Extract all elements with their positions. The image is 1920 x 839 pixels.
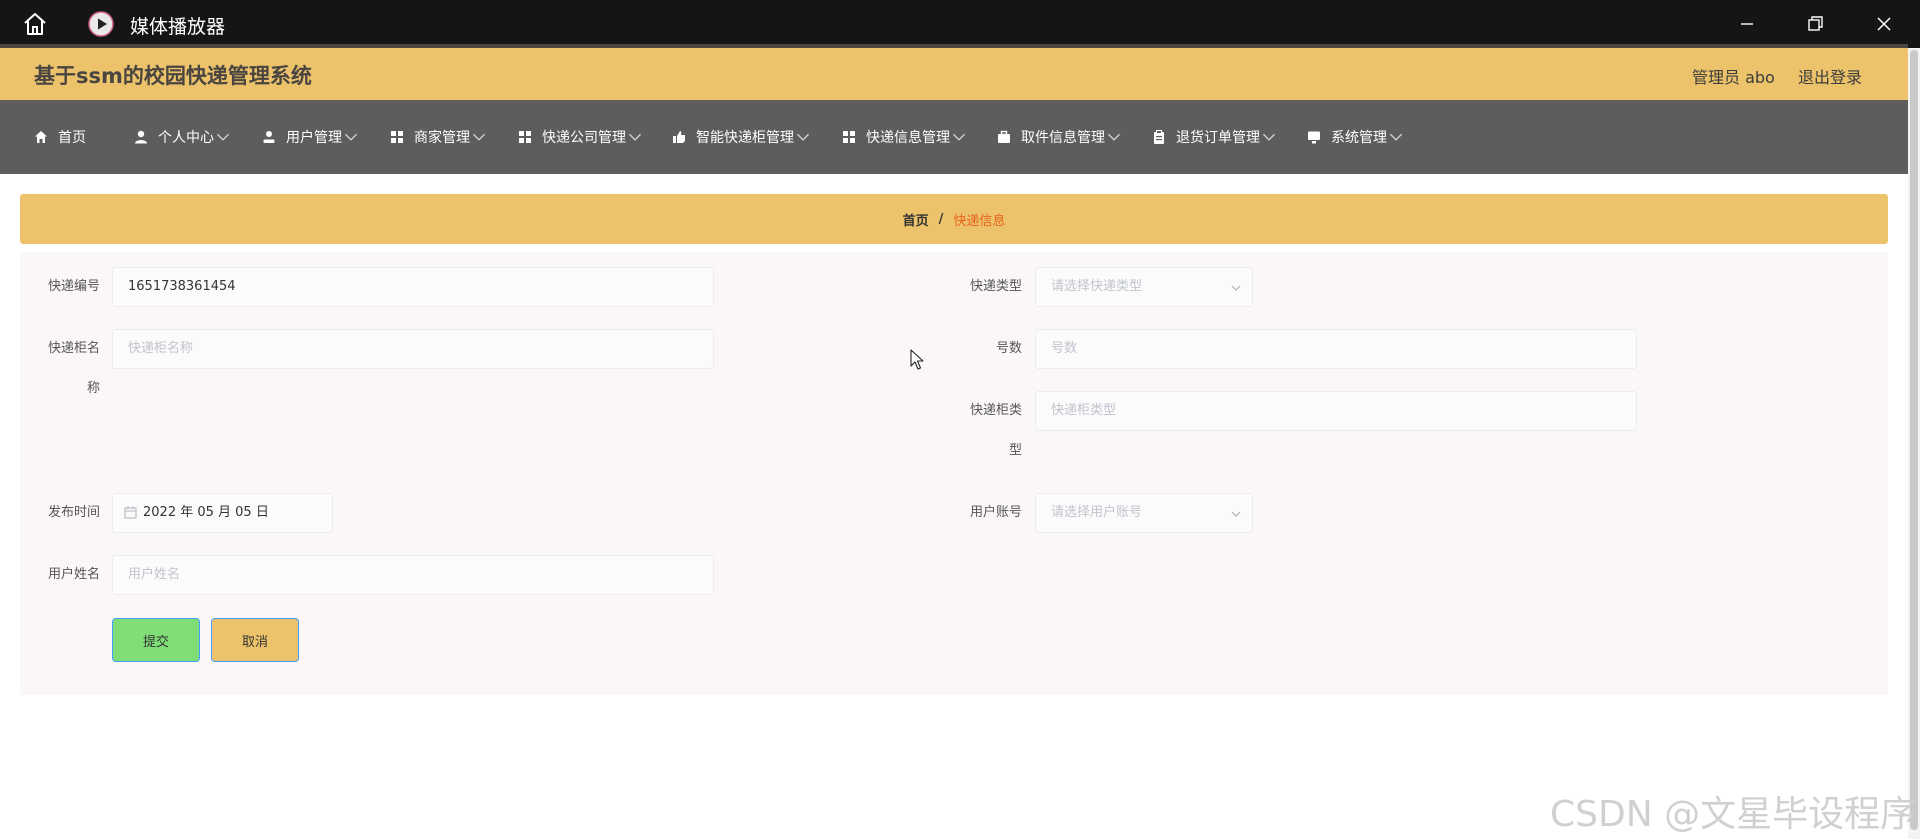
nav-item-system-management[interactable]: 系统管理 <box>1307 100 1413 174</box>
express-type-label: 快递类型 <box>969 279 1022 294</box>
user-account-label: 用户账号 <box>969 505 1022 520</box>
chevron-down-icon <box>344 133 358 141</box>
breadcrumb-home[interactable]: 首页 <box>903 210 929 229</box>
cabinet-name-input[interactable]: 快递柜名称 <box>112 329 714 369</box>
thumb-icon <box>673 131 685 143</box>
mouse-cursor-icon <box>910 349 924 370</box>
chevron-down-icon <box>1107 133 1121 141</box>
clipboard-icon <box>1154 130 1164 144</box>
express-type-select[interactable]: 请选择快递类型 <box>1035 267 1253 307</box>
cabinet-name-label: 快递柜名称 <box>47 341 100 396</box>
nav-item-label: 智能快递柜管理 <box>696 130 794 146</box>
chevron-down-icon <box>1389 133 1403 141</box>
nav-item-label: 取件信息管理 <box>1021 130 1105 146</box>
breadcrumb-current: 快递信息 <box>953 213 1006 229</box>
nav-item-smart-locker-management[interactable]: 智能快递柜管理 <box>672 100 820 174</box>
nav-item-label: 个人中心 <box>158 130 214 146</box>
user-account-placeholder: 请选择用户账号 <box>1051 505 1143 520</box>
window-title: 媒体播放器 <box>130 16 226 38</box>
express-info-form <box>20 252 1888 695</box>
number-input[interactable]: 号数 <box>1035 329 1637 369</box>
grid-icon <box>519 131 531 143</box>
window-titlebar: 媒体播放器 <box>0 0 1920 48</box>
logout-link[interactable]: 退出登录 <box>1798 64 1862 88</box>
express-no-label: 快递编号 <box>47 279 100 294</box>
calendar-icon <box>124 506 137 519</box>
user-name-label: 用户姓名 <box>47 567 100 582</box>
user-account-select[interactable]: 请选择用户账号 <box>1035 493 1253 533</box>
nav-item-courier-company-management[interactable]: 快递公司管理 <box>518 100 652 174</box>
nav-item-merchant-management[interactable]: 商家管理 <box>390 100 496 174</box>
nav-item-label: 用户管理 <box>286 130 342 146</box>
submit-button[interactable]: 提交 <box>112 618 200 662</box>
grid-icon <box>843 131 855 143</box>
nav-item-return-order-management[interactable]: 退货订单管理 <box>1152 100 1286 174</box>
current-user-label: 管理员 abo <box>1692 68 1775 87</box>
express-type-placeholder: 请选择快递类型 <box>1051 279 1143 294</box>
home-icon[interactable] <box>22 11 48 37</box>
publish-time-picker[interactable]: 2022 年 05 月 05 日 <box>112 493 333 533</box>
nav-item-personal-center[interactable]: 个人中心 <box>134 100 240 174</box>
breadcrumb: 首页 / 快递信息 <box>20 194 1888 244</box>
breadcrumb-separator: / <box>938 211 944 227</box>
chevron-down-icon <box>1231 511 1241 517</box>
restore-icon[interactable] <box>1801 10 1829 38</box>
user-icon <box>263 131 275 143</box>
user-name-input[interactable]: 用户姓名 <box>112 555 714 595</box>
media-player-icon <box>88 11 114 37</box>
cancel-button[interactable]: 取消 <box>211 618 299 662</box>
chevron-down-icon <box>952 133 966 141</box>
cabinet-type-input[interactable]: 快递柜类型 <box>1035 391 1637 431</box>
publish-time-label: 发布时间 <box>47 505 100 520</box>
grid-icon <box>391 131 403 143</box>
close-icon[interactable] <box>1870 10 1898 38</box>
watermark: CSDN @文星毕设程序 <box>1550 794 1917 835</box>
chevron-down-icon <box>216 133 230 141</box>
home-icon <box>35 131 47 143</box>
nav-item-home[interactable]: 首页 <box>34 100 86 174</box>
app-header: 基于ssm的校园快递管理系统 管理员 abo 退出登录 <box>0 44 1908 100</box>
number-label: 号数 <box>995 341 1022 356</box>
monitor-icon <box>1308 131 1320 144</box>
person-icon <box>135 130 147 144</box>
chevron-down-icon <box>472 133 486 141</box>
publish-time-value: 2022 年 05 月 05 日 <box>143 505 269 520</box>
main-nav: 首页 个人中心 用户管理 商家管理 快递公司管理 智能快递柜管理 快递信息管理 … <box>0 100 1908 174</box>
nav-item-user-management[interactable]: 用户管理 <box>262 100 368 174</box>
nav-item-label: 首页 <box>58 130 86 146</box>
minimize-icon[interactable] <box>1733 10 1761 38</box>
nav-item-label: 快递公司管理 <box>542 130 626 146</box>
nav-item-label: 退货订单管理 <box>1176 130 1260 146</box>
nav-item-express-info-management[interactable]: 快递信息管理 <box>842 100 976 174</box>
nav-item-label: 系统管理 <box>1331 130 1387 146</box>
chevron-down-icon <box>1262 133 1276 141</box>
express-no-input[interactable]: 1651738361454 <box>112 267 714 307</box>
chevron-down-icon <box>796 133 810 141</box>
nav-item-label: 商家管理 <box>414 130 470 146</box>
chevron-down-icon <box>628 133 642 141</box>
nav-item-pickup-info-management[interactable]: 取件信息管理 <box>997 100 1131 174</box>
cabinet-type-label: 快递柜类型 <box>969 403 1022 458</box>
briefcase-icon <box>998 130 1010 143</box>
nav-item-label: 快递信息管理 <box>866 130 950 146</box>
chevron-down-icon <box>1231 285 1241 291</box>
app-title: 基于ssm的校园快递管理系统 <box>34 64 312 88</box>
window-scrollbar-thumb[interactable] <box>1910 50 1918 830</box>
